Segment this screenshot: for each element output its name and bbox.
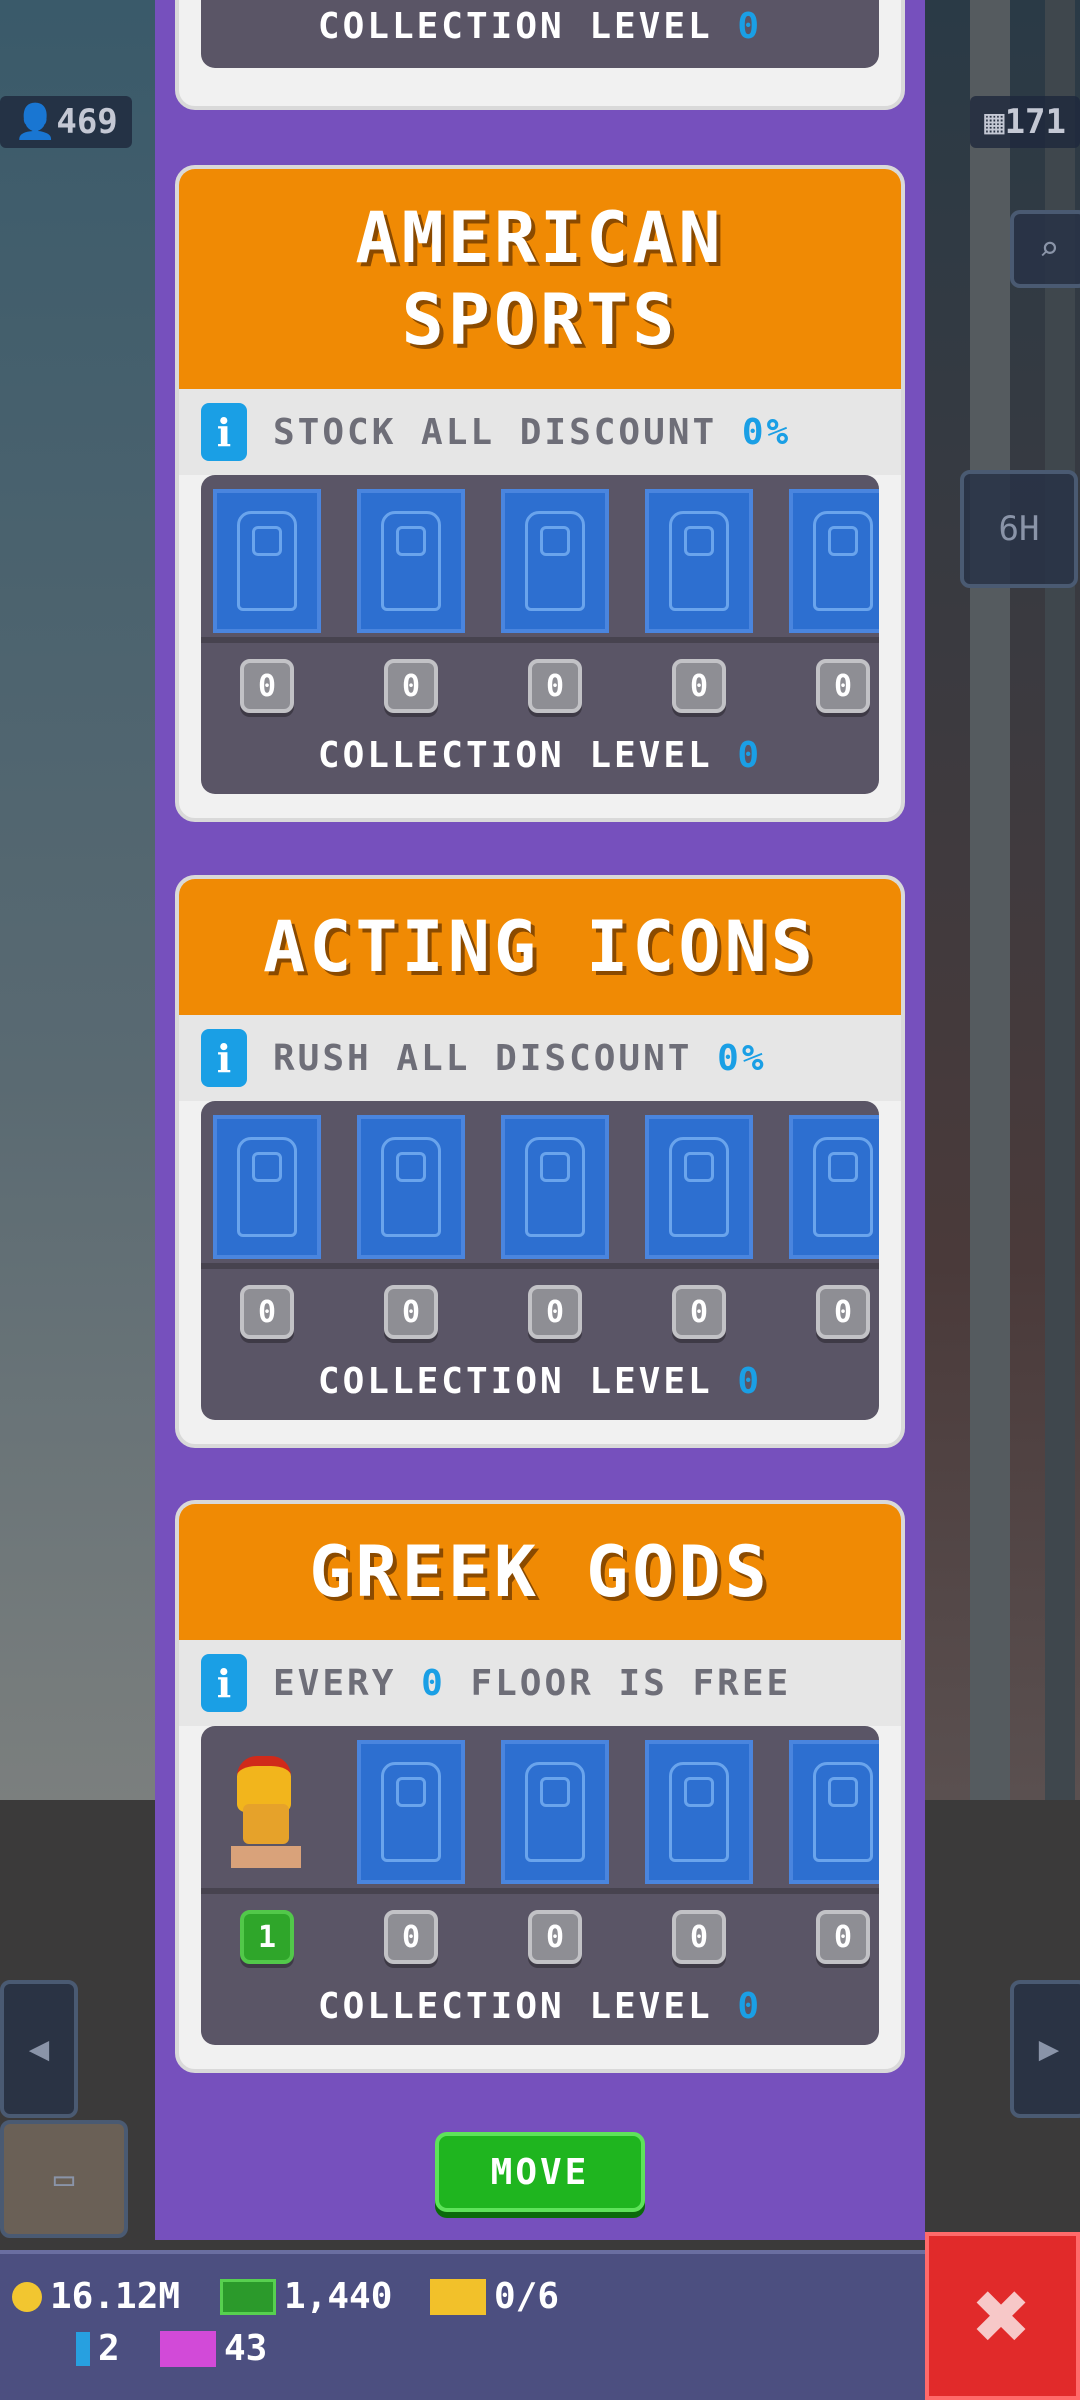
bitizen-slot[interactable] — [357, 489, 465, 633]
slot-count: 0 — [672, 659, 726, 713]
population-value: 469 — [56, 102, 118, 142]
golden-ticket-icon — [430, 2278, 486, 2315]
slot-count: 0 — [672, 1285, 726, 1339]
tickets-stat: 0/6 — [430, 2276, 559, 2317]
slot-count: 0 — [528, 659, 582, 713]
tickets-value: 0/6 — [494, 2276, 560, 2317]
bonus-text: RUSH ALL DISCOUNT 0% — [273, 1037, 767, 1079]
slot-count: 0 — [816, 659, 870, 713]
bux-stat: 1,440 — [220, 2276, 392, 2317]
population-counter: 👤469 — [0, 96, 132, 148]
slot-count: 0 — [528, 1910, 582, 1964]
slot-count: 0 — [384, 1910, 438, 1964]
collection-title: ACTING ICONS — [179, 879, 901, 1015]
bitizen-slot[interactable] — [645, 1115, 753, 1259]
bitizen-slot[interactable] — [501, 1115, 609, 1259]
bitizen-slot[interactable] — [645, 489, 753, 633]
bitizen-slot[interactable] — [213, 489, 321, 633]
gems-stat: 2 — [76, 2328, 120, 2369]
bitizen-slot[interactable] — [213, 1115, 321, 1259]
collection-title: GREEK GODS — [179, 1504, 901, 1640]
spartan-icon — [225, 1756, 305, 1868]
collection-card-greek-gods: GREEK GODS i EVERY 0 FLOOR IS FREE 1 0 0… — [175, 1500, 905, 2073]
collection-slots: 0 0 0 0 0 COLLECTION LEVEL 0 — [201, 1101, 879, 1420]
spartan-bitizen-slot[interactable] — [213, 1740, 321, 1884]
coins-stat: 16.12M — [12, 2276, 180, 2317]
vip-stat: 43 — [160, 2328, 267, 2369]
bitizen-slot[interactable] — [789, 1115, 879, 1259]
slot-count: 0 — [528, 1285, 582, 1339]
collection-card-american-sports: AMERICAN SPORTS i STOCK ALL DISCOUNT 0% … — [175, 165, 905, 822]
bitizen-slot[interactable] — [357, 1115, 465, 1259]
vip-value: 43 — [224, 2328, 268, 2369]
timer-button[interactable]: 6H — [960, 470, 1078, 588]
info-icon[interactable]: i — [201, 403, 247, 461]
collection-level-label: COLLECTION LEVEL 0 — [317, 735, 763, 776]
slot-count: 1 — [240, 1910, 294, 1964]
slot-count: 0 — [672, 1910, 726, 1964]
currency-bar: 16.12M 1,440 0/6 2 43 — [0, 2250, 925, 2400]
close-button[interactable]: ✖ — [925, 2232, 1080, 2400]
bonus-info-row: i EVERY 0 FLOOR IS FREE — [179, 1640, 901, 1726]
timer-label: 6H — [998, 509, 1040, 549]
coin-icon — [12, 2281, 42, 2312]
collection-level-label: COLLECTION LEVEL 0 — [317, 5, 763, 47]
info-icon[interactable]: i — [201, 1654, 247, 1712]
elevator-down-button[interactable]: ◀ — [0, 1980, 78, 2118]
bonus-info-row: i STOCK ALL DISCOUNT 0% — [179, 389, 901, 475]
coins-value: 16.12M — [50, 2276, 181, 2317]
bux-icon — [220, 2278, 276, 2315]
info-icon[interactable]: i — [201, 1029, 247, 1087]
search-icon[interactable]: ⌕ — [1010, 210, 1080, 288]
collection-level-label: COLLECTION LEVEL 0 — [317, 1986, 763, 2027]
bonus-text: STOCK ALL DISCOUNT 0% — [273, 411, 792, 453]
collection-level-label: COLLECTION LEVEL 0 — [317, 1361, 763, 1402]
gems-value: 2 — [98, 2328, 120, 2369]
slot-count: 0 — [240, 659, 294, 713]
floor-counter: ▦171 — [970, 96, 1080, 148]
storage-box-icon[interactable]: ▭ — [0, 2120, 128, 2238]
bux-value: 1,440 — [284, 2276, 393, 2317]
vip-ticket-icon — [160, 2330, 216, 2367]
bitizen-slot[interactable] — [645, 1740, 753, 1884]
slot-count: 0 — [384, 1285, 438, 1339]
collection-slots: 0 0 0 0 0 COLLECTION LEVEL 0 — [201, 475, 879, 794]
bitizen-slot[interactable] — [357, 1740, 465, 1884]
collection-slots: 1 0 0 0 0 COLLECTION LEVEL 0 — [201, 1726, 879, 2045]
collection-title: AMERICAN SPORTS — [179, 169, 901, 389]
bonus-text: EVERY 0 FLOOR IS FREE — [273, 1662, 792, 1704]
elevator-up-button[interactable]: ▶ — [1010, 1980, 1080, 2118]
slot-count: 0 — [384, 659, 438, 713]
bitizen-slot[interactable] — [501, 489, 609, 633]
bitizen-slot[interactable] — [789, 489, 879, 633]
floor-value: 171 — [1004, 102, 1066, 142]
move-button[interactable]: MOVE — [435, 2132, 645, 2212]
slot-count: 0 — [816, 1910, 870, 1964]
bitizen-slot[interactable] — [789, 1740, 879, 1884]
bonus-info-row: i RUSH ALL DISCOUNT 0% — [179, 1015, 901, 1101]
bitizen-slot[interactable] — [501, 1740, 609, 1884]
slot-count: 0 — [816, 1285, 870, 1339]
previous-collection-card: COLLECTION LEVEL 0 — [175, 0, 905, 110]
collection-card-acting-icons: ACTING ICONS i RUSH ALL DISCOUNT 0% 0 0 … — [175, 875, 905, 1448]
close-icon: ✖ — [973, 2260, 1032, 2372]
gem-icon — [76, 2331, 90, 2366]
collections-panel: COLLECTION LEVEL 0 AMERICAN SPORTS i STO… — [155, 0, 925, 2240]
slot-count: 0 — [240, 1285, 294, 1339]
